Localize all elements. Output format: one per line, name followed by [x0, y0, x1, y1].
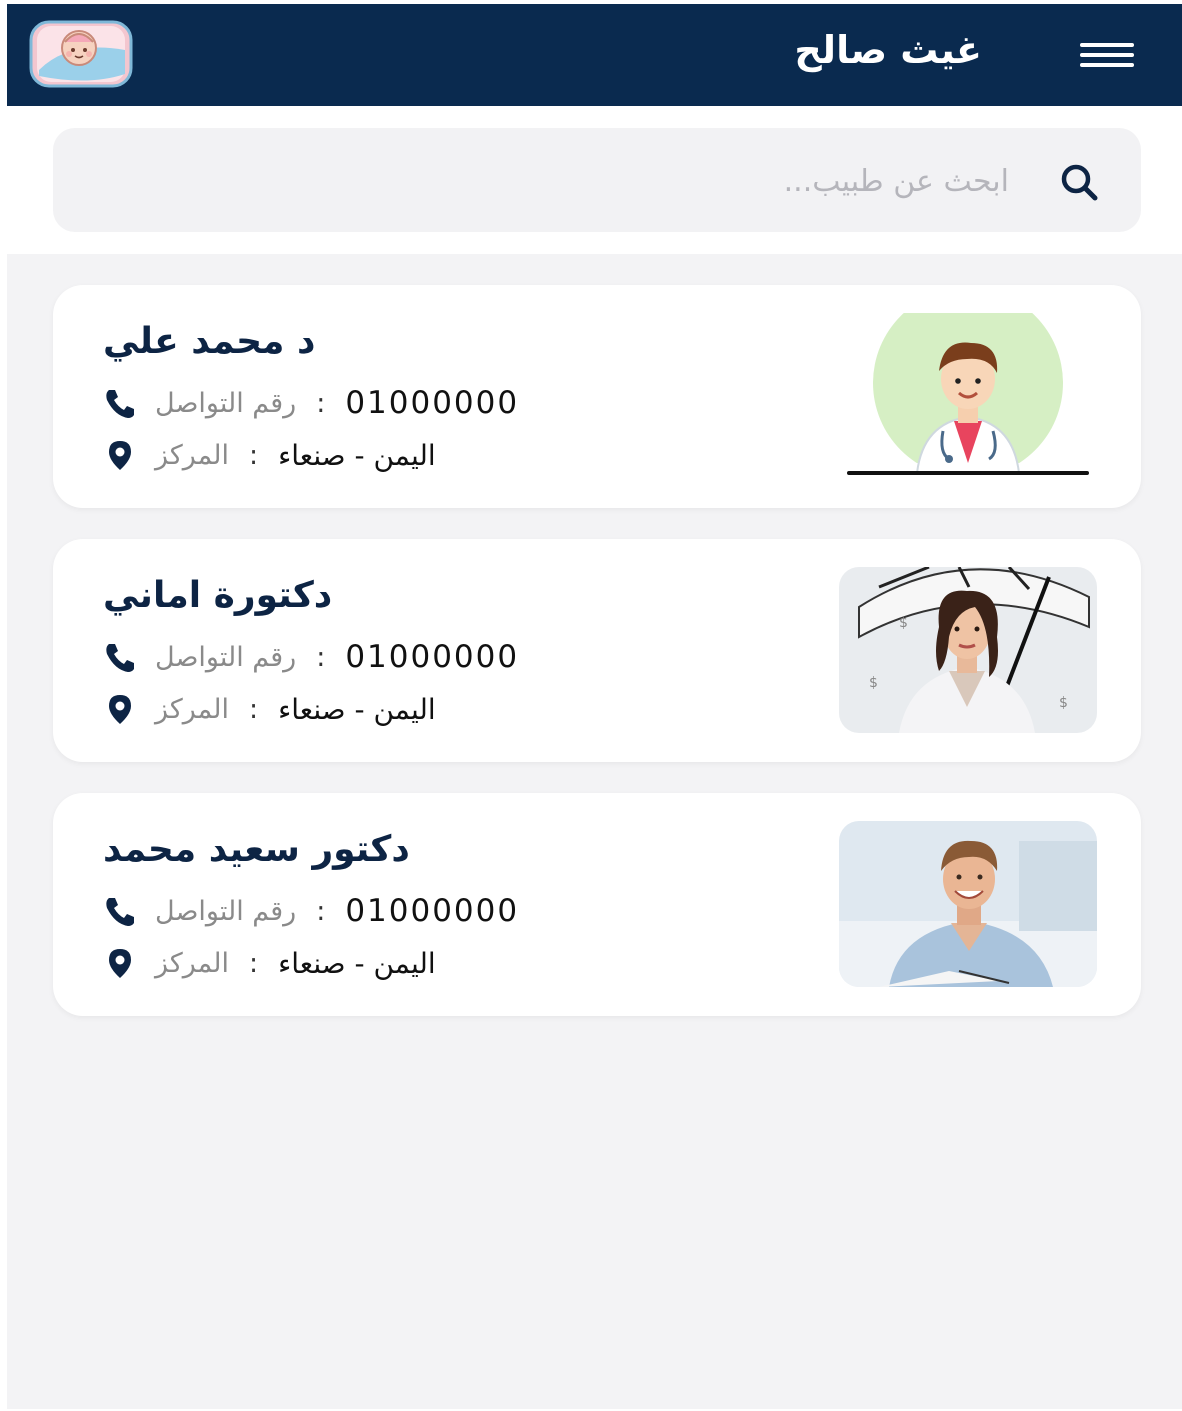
- center-label: المركز: [155, 947, 229, 979]
- location-pin-icon: [103, 438, 137, 472]
- svg-text:$: $: [869, 675, 878, 691]
- app-header: غيث صالح: [7, 4, 1182, 106]
- doctor-name: دكتورة اماني: [103, 575, 333, 616]
- baby-logo-icon: [29, 20, 133, 88]
- location-pin-icon: [103, 946, 137, 980]
- phone-icon[interactable]: [103, 386, 137, 420]
- page-title: غيث صالح: [794, 28, 982, 72]
- phone-label: رقم التواصل: [155, 387, 297, 419]
- doctor-name: دكتور سعيد محمد: [103, 829, 410, 870]
- center-label: المركز: [155, 439, 229, 471]
- center-value: اليمن - صنعاء: [278, 946, 436, 980]
- svg-text:$: $: [1059, 695, 1068, 711]
- doctor-photo: [839, 821, 1097, 987]
- center-value: اليمن - صنعاء: [278, 692, 436, 726]
- search-icon[interactable]: [1059, 162, 1099, 202]
- phone-row: رقم التواصل : 01000000: [103, 383, 519, 423]
- location-row: المركز : اليمن - صنعاء: [103, 689, 436, 729]
- app-screen: غيث صالح د محمد علي رقم التواصل : 010000…: [7, 4, 1182, 1409]
- doctor-photo: $ $ $: [839, 567, 1097, 733]
- doctor-name: د محمد علي: [103, 321, 316, 362]
- doctor-card[interactable]: دكتورة اماني رقم التواصل : 01000000 المر…: [53, 539, 1141, 762]
- phone-row: رقم التواصل : 01000000: [103, 891, 519, 931]
- doctor-card[interactable]: د محمد علي رقم التواصل : 01000000 المركز…: [53, 285, 1141, 508]
- phone-label: رقم التواصل: [155, 641, 297, 673]
- location-pin-icon: [103, 692, 137, 726]
- doctor-avatar: [839, 313, 1097, 479]
- phone-icon[interactable]: [103, 894, 137, 928]
- svg-text:$: $: [899, 615, 908, 631]
- location-row: المركز : اليمن - صنعاء: [103, 943, 436, 983]
- hamburger-menu-icon[interactable]: [1080, 40, 1134, 70]
- search-bar[interactable]: [53, 128, 1141, 232]
- location-row: المركز : اليمن - صنعاء: [103, 435, 436, 475]
- phone-icon[interactable]: [103, 640, 137, 674]
- phone-label: رقم التواصل: [155, 895, 297, 927]
- phone-row: رقم التواصل : 01000000: [103, 637, 519, 677]
- phone-number[interactable]: 01000000: [345, 639, 519, 675]
- search-section: [7, 106, 1182, 254]
- center-label: المركز: [155, 693, 229, 725]
- doctor-card[interactable]: دكتور سعيد محمد رقم التواصل : 01000000 ا…: [53, 793, 1141, 1016]
- center-value: اليمن - صنعاء: [278, 438, 436, 472]
- search-input[interactable]: [207, 154, 1011, 208]
- phone-number[interactable]: 01000000: [345, 893, 519, 929]
- phone-number[interactable]: 01000000: [345, 385, 519, 421]
